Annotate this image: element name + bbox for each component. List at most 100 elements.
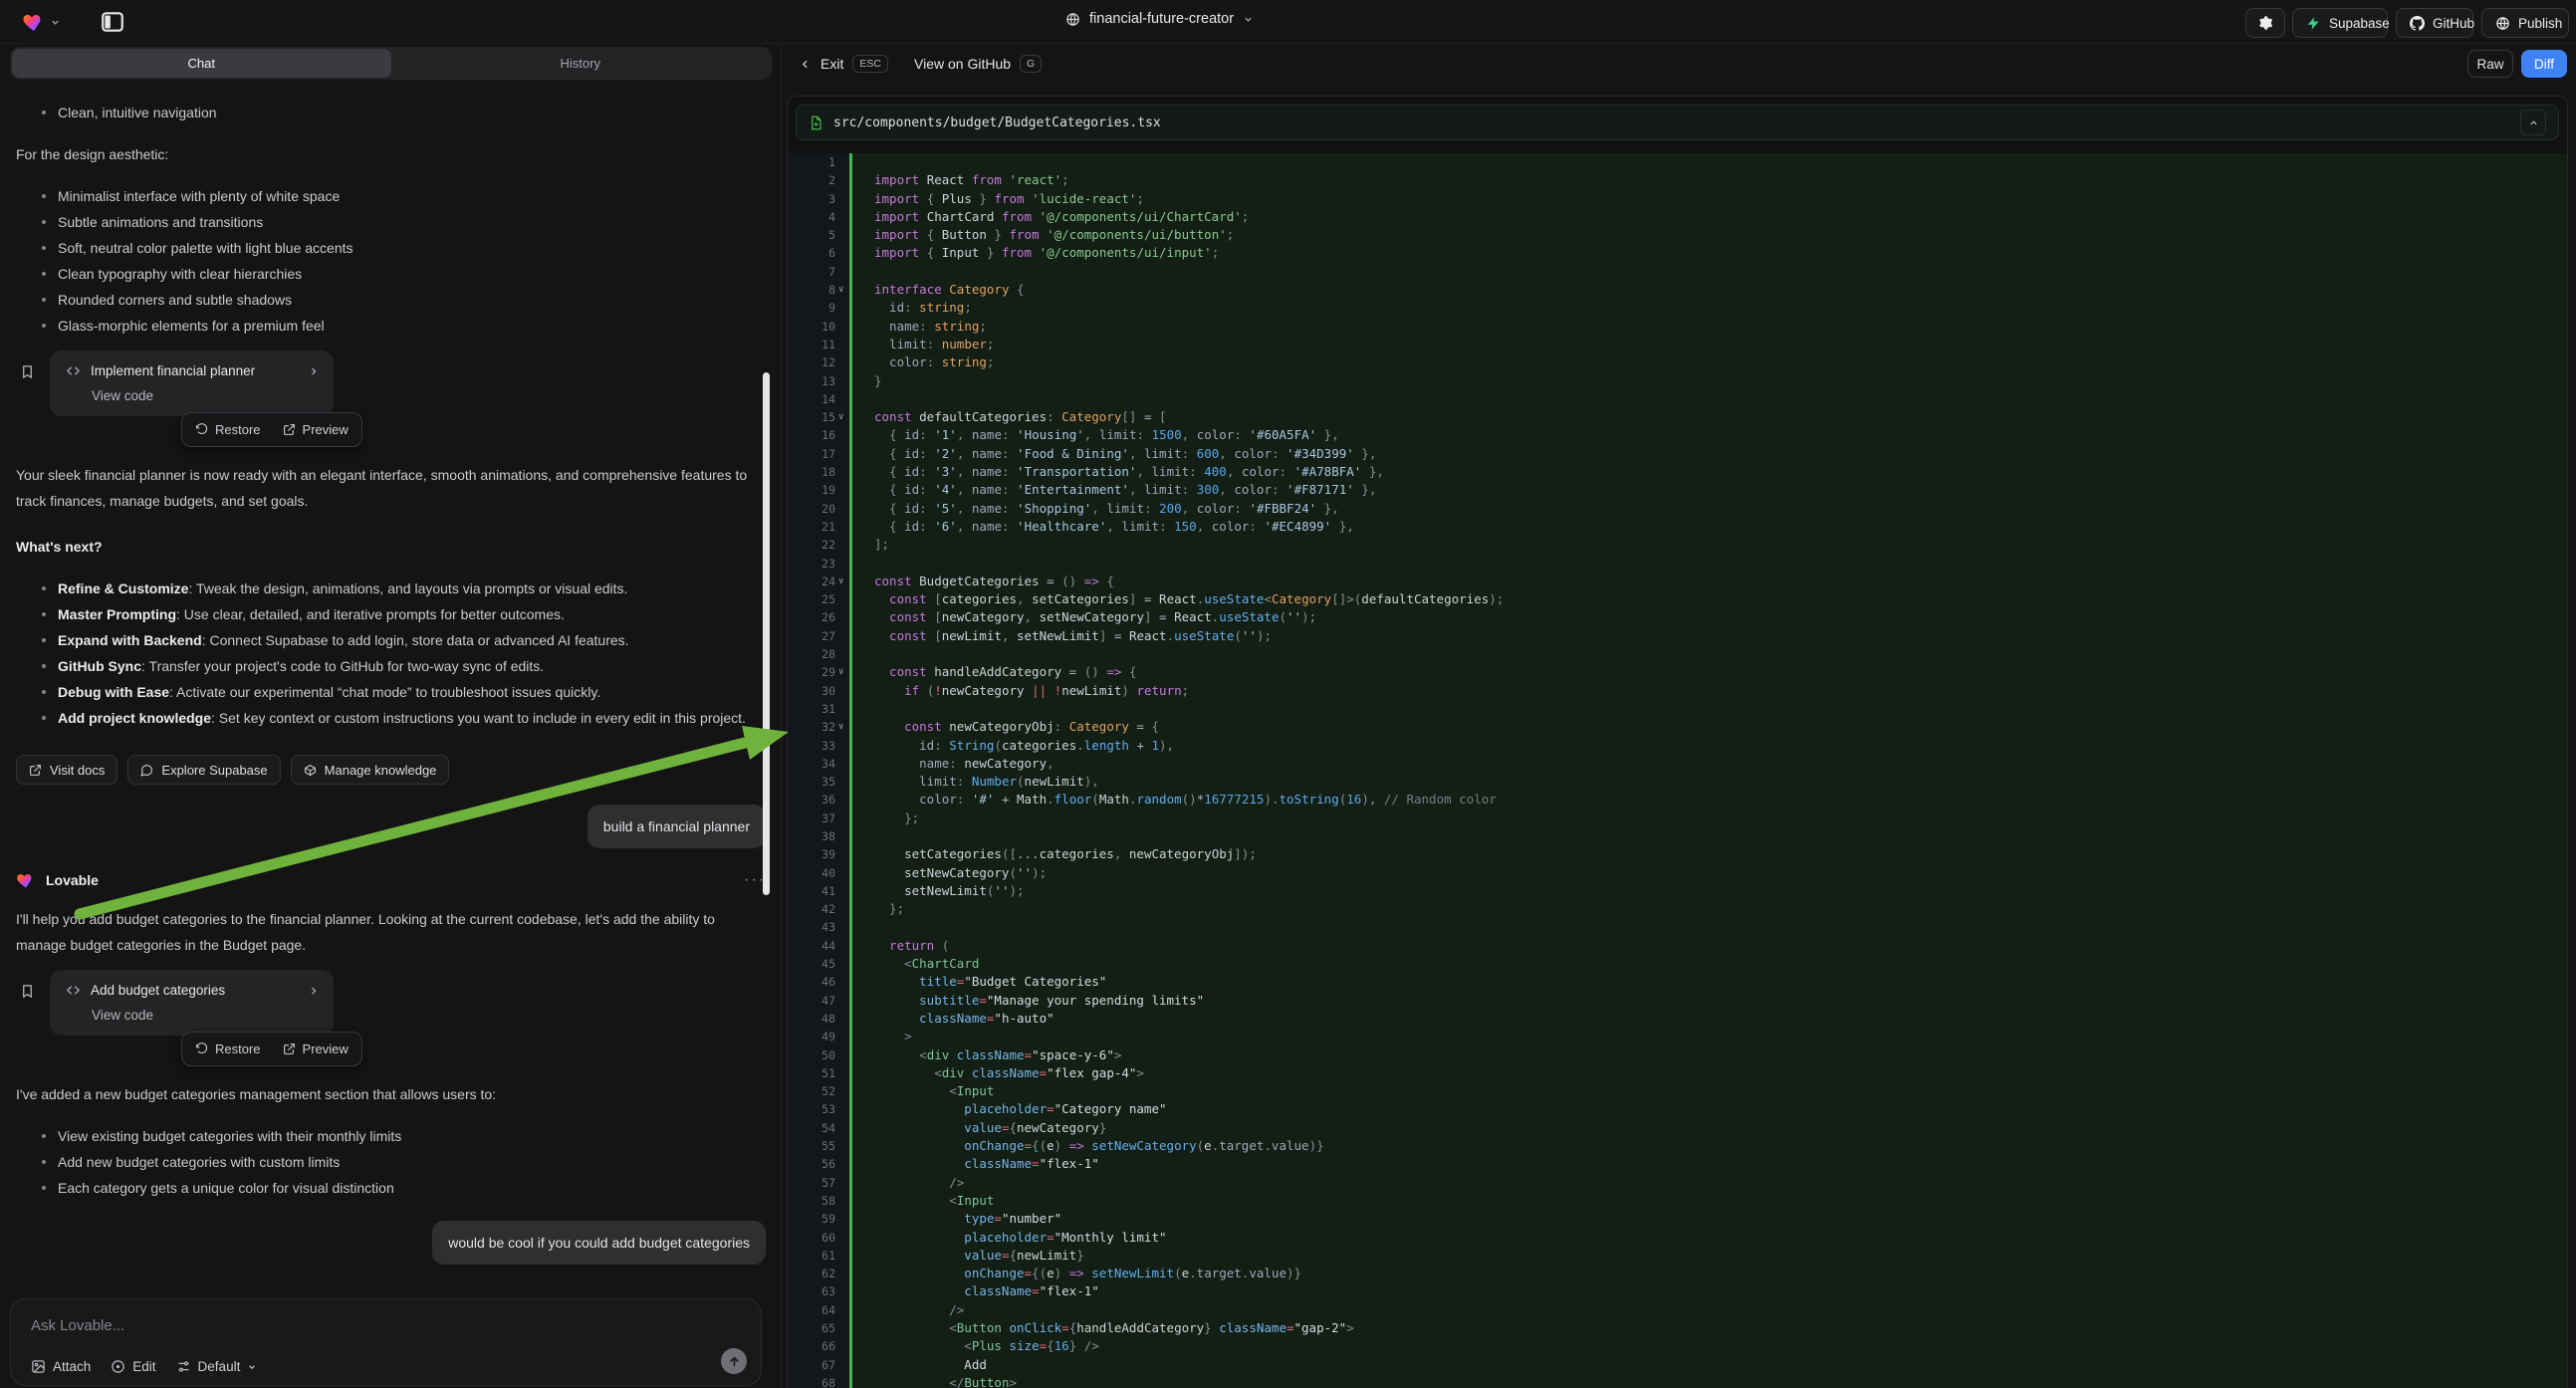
code-line-content: const BudgetCategories = () => { [849, 573, 2567, 590]
github-button[interactable]: GitHub [2396, 8, 2473, 38]
line-number: 68 [788, 1374, 849, 1388]
fold-chevron-icon[interactable]: ∨ [838, 281, 843, 299]
code-line: 34 name: newCategory, [788, 755, 2567, 773]
line-number: 41 [788, 882, 849, 900]
view-on-github-button[interactable]: View on GitHub G [914, 50, 1042, 78]
project-title-menu[interactable]: financial-future-creator [1065, 11, 1254, 27]
version-card-header[interactable]: Implement financial planner [50, 350, 334, 382]
line-number: 60 [788, 1229, 849, 1247]
list-item: Add project knowledge: Set key context o… [16, 705, 766, 731]
code-line: 21 { id: '6', name: 'Healthcare', limit:… [788, 518, 2567, 536]
view-code-link[interactable]: View code [50, 1002, 334, 1036]
preview-button[interactable]: Preview [273, 1036, 358, 1062]
tab-chat[interactable]: Chat [12, 49, 391, 78]
line-number: 62 [788, 1265, 849, 1282]
chevron-right-icon [308, 365, 320, 377]
project-chevron-down-icon [1243, 14, 1254, 25]
publish-button[interactable]: Publish [2481, 8, 2569, 38]
code-line-content: { id: '5', name: 'Shopping', limit: 200,… [849, 500, 2567, 518]
code-line-content [849, 555, 2567, 573]
code-viewer: src/components/budget/BudgetCategories.t… [787, 96, 2568, 1388]
settings-button[interactable] [2245, 8, 2285, 38]
restore-button[interactable]: Restore [185, 1036, 271, 1062]
bullet-list: View existing budget categories with the… [16, 1123, 766, 1201]
code-line-content: placeholder="Monthly limit" [849, 1229, 2567, 1247]
code-line-content: const newCategoryObj: Category = { [849, 718, 2567, 736]
line-number: 1 [788, 153, 849, 171]
line-number: 46 [788, 973, 849, 991]
version-card-title: Add budget categories [91, 983, 298, 998]
code-line: 6import { Input } from '@/components/ui/… [788, 244, 2567, 262]
user-message-bubble: build a financial planner [587, 805, 766, 848]
fold-chevron-icon[interactable]: ∨ [838, 663, 843, 681]
explore-supabase-button[interactable]: Explore Supabase [127, 755, 280, 785]
message-text: I've added a new budget categories manag… [16, 1081, 766, 1107]
file-path-bar[interactable]: src/components/budget/BudgetCategories.t… [796, 105, 2559, 140]
code-line: 9 id: string; [788, 299, 2567, 317]
line-number: 52 [788, 1082, 849, 1100]
code-line: 30 if (!newCategory || !newLimit) return… [788, 682, 2567, 700]
line-number: 6 [788, 244, 849, 262]
visit-docs-button[interactable]: Visit docs [16, 755, 117, 785]
diff-toggle-button[interactable]: Diff [2521, 50, 2567, 78]
line-number: 58 [788, 1192, 849, 1210]
assistant-header: Lovable··· [16, 870, 766, 890]
top-bar: financial-future-creator Supabase GitHub… [0, 0, 2576, 44]
lovable-logo-icon[interactable] [22, 10, 46, 34]
logo-chevron-down-icon[interactable] [50, 17, 61, 28]
code-line-content: <Button onClick={handleAddCategory} clas… [849, 1319, 2567, 1337]
code-line: 56 className="flex-1" [788, 1155, 2567, 1173]
globe-icon [1065, 12, 1080, 27]
line-number: 36 [788, 791, 849, 809]
message-text: Your sleek financial planner is now read… [16, 462, 766, 514]
view-code-link[interactable]: View code [50, 382, 334, 416]
bookmark-icon[interactable] [20, 364, 35, 379]
code-line: 36 color: '#' + Math.floor(Math.random()… [788, 791, 2567, 809]
code-line-content: setCategories([...categories, newCategor… [849, 845, 2567, 863]
restore-button[interactable]: Restore [185, 416, 271, 443]
chat-input-box[interactable]: Ask Lovable... Attach Edit Default [10, 1298, 762, 1386]
mode-select[interactable]: Default [176, 1359, 258, 1374]
code-line: 41 setNewLimit(''); [788, 882, 2567, 900]
tab-history[interactable]: History [391, 49, 771, 78]
code-line: 8∨interface Category { [788, 281, 2567, 299]
user-message: would be cool if you could add budget ca… [16, 1221, 766, 1265]
exit-button[interactable]: Exit ESC [799, 50, 888, 78]
edit-button[interactable]: Edit [111, 1359, 155, 1374]
version-card[interactable]: Add budget categoriesView codeRestorePre… [50, 970, 334, 1036]
code-line: 37 }; [788, 810, 2567, 827]
raw-toggle-button[interactable]: Raw [2467, 50, 2513, 78]
code-line-content [849, 918, 2567, 936]
line-number: 35 [788, 773, 849, 791]
fold-chevron-icon[interactable]: ∨ [838, 408, 843, 426]
code-line: 48 className="h-auto" [788, 1010, 2567, 1028]
code-line-content [849, 263, 2567, 281]
code-line-content: { id: '6', name: 'Healthcare', limit: 15… [849, 518, 2567, 536]
project-name: financial-future-creator [1089, 11, 1234, 27]
code-line: 28 [788, 645, 2567, 663]
code-line-content: /> [849, 1174, 2567, 1192]
code-line: 61 value={newLimit} [788, 1247, 2567, 1265]
code-line-content: { id: '1', name: 'Housing', limit: 1500,… [849, 426, 2567, 444]
version-card[interactable]: Implement financial plannerView codeRest… [50, 350, 334, 416]
chat-scrollbar[interactable] [763, 372, 770, 895]
code-line-content: { id: '2', name: 'Food & Dining', limit:… [849, 445, 2567, 463]
bookmark-icon[interactable] [20, 984, 35, 999]
code-lines[interactable]: 12import React from 'react';3import { Pl… [788, 153, 2567, 1388]
collapse-file-button[interactable] [2520, 110, 2546, 135]
preview-button[interactable]: Preview [273, 416, 358, 443]
sidebar-toggle-icon[interactable] [100, 9, 125, 35]
code-line-content: Add [849, 1356, 2567, 1374]
code-line: 63 className="flex-1" [788, 1282, 2567, 1300]
chat-message-list[interactable]: Clean, intuitive navigationFor the desig… [0, 84, 782, 1294]
code-line-content: import ChartCard from '@/components/ui/C… [849, 208, 2567, 226]
fold-chevron-icon[interactable]: ∨ [838, 573, 843, 590]
manage-knowledge-button[interactable]: Manage knowledge [291, 755, 450, 785]
attach-button[interactable]: Attach [31, 1359, 91, 1374]
code-line: 33 id: String(categories.length + 1), [788, 737, 2567, 755]
send-button[interactable] [721, 1348, 747, 1374]
supabase-button[interactable]: Supabase [2292, 8, 2388, 38]
version-card-header[interactable]: Add budget categories [50, 970, 334, 1002]
publish-label: Publish [2518, 16, 2562, 31]
fold-chevron-icon[interactable]: ∨ [838, 718, 843, 736]
